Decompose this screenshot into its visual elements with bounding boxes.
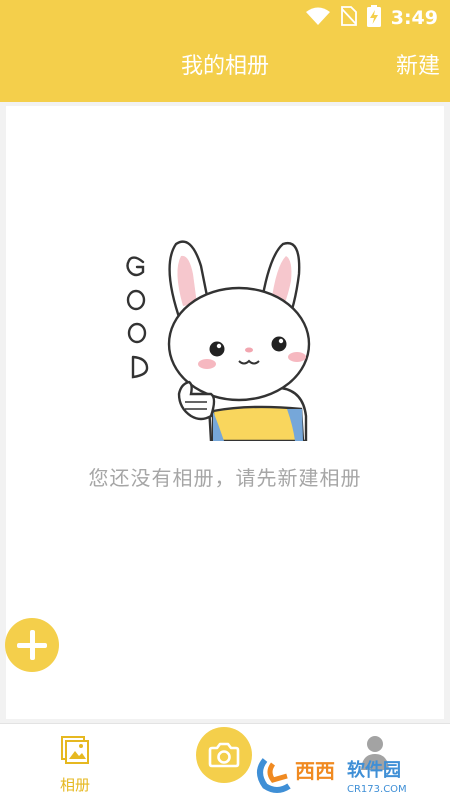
watermark-logo: 西西 软件园 CR173.COM: [257, 758, 407, 795]
tab-album[interactable]: 相册: [48, 732, 102, 794]
mascot-illustration: [126, 240, 311, 441]
watermark-domain: CR173.COM: [347, 784, 407, 795]
add-album-button[interactable]: [5, 618, 59, 672]
watermark-site-name: 软件园: [347, 759, 401, 781]
camera-icon: [208, 742, 240, 768]
album-icon: [61, 736, 89, 764]
page-title: 我的相册: [180, 54, 269, 79]
app-bar: 我的相册 新建: [0, 36, 450, 102]
status-time: 3:49: [390, 7, 438, 29]
wifi-icon: [305, 6, 331, 30]
new-album-button[interactable]: 新建: [396, 52, 440, 82]
watermark-brand: 西西: [295, 759, 335, 783]
status-icons: 3:49: [305, 5, 438, 31]
empty-state-message: 您还没有相册，请先新建相册: [88, 466, 362, 490]
status-bar: 3:49: [0, 0, 450, 36]
camera-button[interactable]: [196, 727, 252, 783]
tab-album-label: 相册: [59, 776, 90, 794]
no-sim-icon: [340, 6, 357, 30]
empty-state-card: 您还没有相册，请先新建相册: [6, 106, 444, 719]
battery-charging-icon: [366, 5, 381, 31]
content-area: 您还没有相册，请先新建相册: [0, 102, 450, 723]
